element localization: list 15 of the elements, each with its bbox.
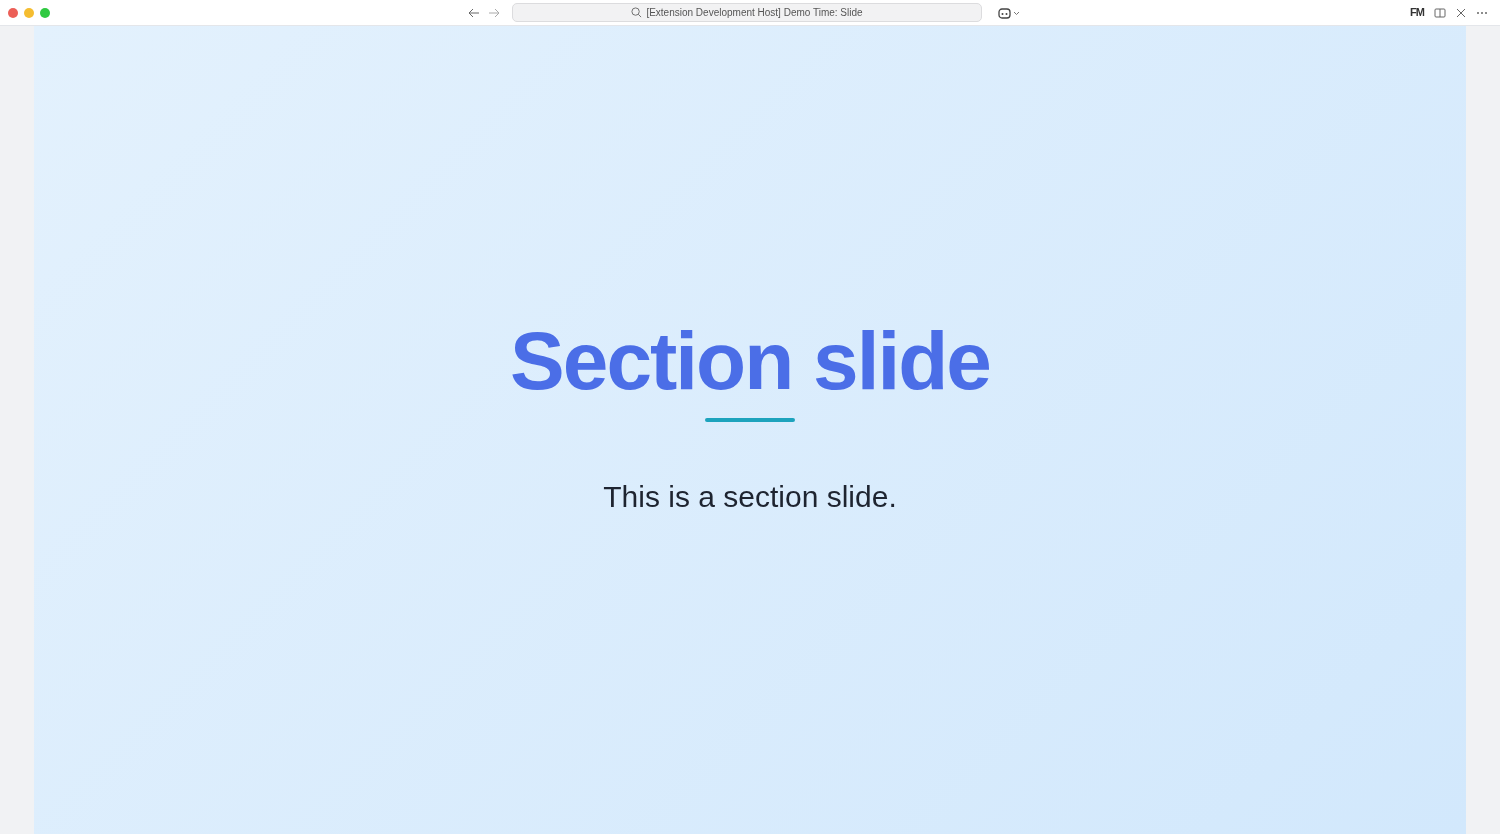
command-center-field[interactable]: [Extension Development Host] Demo Time: Slide: [512, 3, 982, 22]
more-icon[interactable]: [1476, 10, 1488, 15]
window-title: [Extension Development Host] Demo Time: Slide: [646, 6, 863, 20]
copilot-icon[interactable]: [998, 6, 1020, 19]
forward-arrow-icon[interactable]: [488, 6, 500, 19]
search-icon: [631, 7, 643, 18]
slide-subtitle: This is a section slide.: [603, 479, 897, 515]
back-arrow-icon[interactable]: [468, 6, 480, 19]
maximize-window-button[interactable]: [40, 7, 50, 18]
close-icon[interactable]: [1456, 7, 1466, 18]
minimize-window-button[interactable]: [24, 7, 34, 18]
slide-title: Section slide: [510, 320, 990, 402]
split-editor-icon[interactable]: [1434, 6, 1446, 19]
close-window-button[interactable]: [8, 7, 18, 18]
front-matter-button[interactable]: FM: [1410, 4, 1424, 21]
